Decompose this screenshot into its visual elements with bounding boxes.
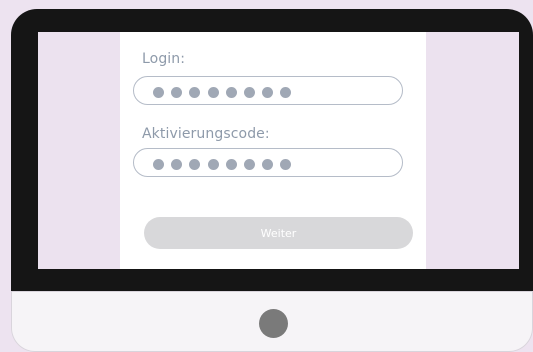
- mask-dot: [153, 159, 164, 170]
- mask-dot: [171, 159, 183, 170]
- login-field[interactable]: [133, 76, 403, 105]
- mask-dot: [262, 87, 274, 98]
- activation-code-label: Aktivierungscode:: [142, 126, 270, 142]
- mask-dot: [243, 87, 255, 98]
- mask-dot: [207, 87, 219, 98]
- power-button-icon: [259, 309, 288, 338]
- mask-dot: [262, 159, 274, 170]
- mask-dot: [171, 87, 183, 98]
- mask-dot: [189, 159, 201, 170]
- mask-dot: [280, 87, 292, 98]
- login-mask: [153, 87, 292, 98]
- activation-code-field[interactable]: [133, 148, 403, 177]
- weiter-button[interactable]: Weiter: [144, 217, 413, 249]
- login-label: Login:: [142, 51, 186, 67]
- mask-dot: [280, 159, 292, 170]
- monitor-screen: Login: Aktivierungscode: Weiter: [38, 32, 519, 269]
- mask-dot: [225, 159, 237, 170]
- activation-code-mask: [153, 159, 292, 170]
- mask-dot: [189, 87, 201, 98]
- mask-dot: [207, 159, 219, 170]
- mask-dot: [243, 159, 255, 170]
- mask-dot: [153, 87, 164, 98]
- activation-form: Login: Aktivierungscode: Weiter: [120, 32, 426, 269]
- mask-dot: [225, 87, 237, 98]
- illustration: Login: Aktivierungscode: Weiter: [0, 0, 533, 352]
